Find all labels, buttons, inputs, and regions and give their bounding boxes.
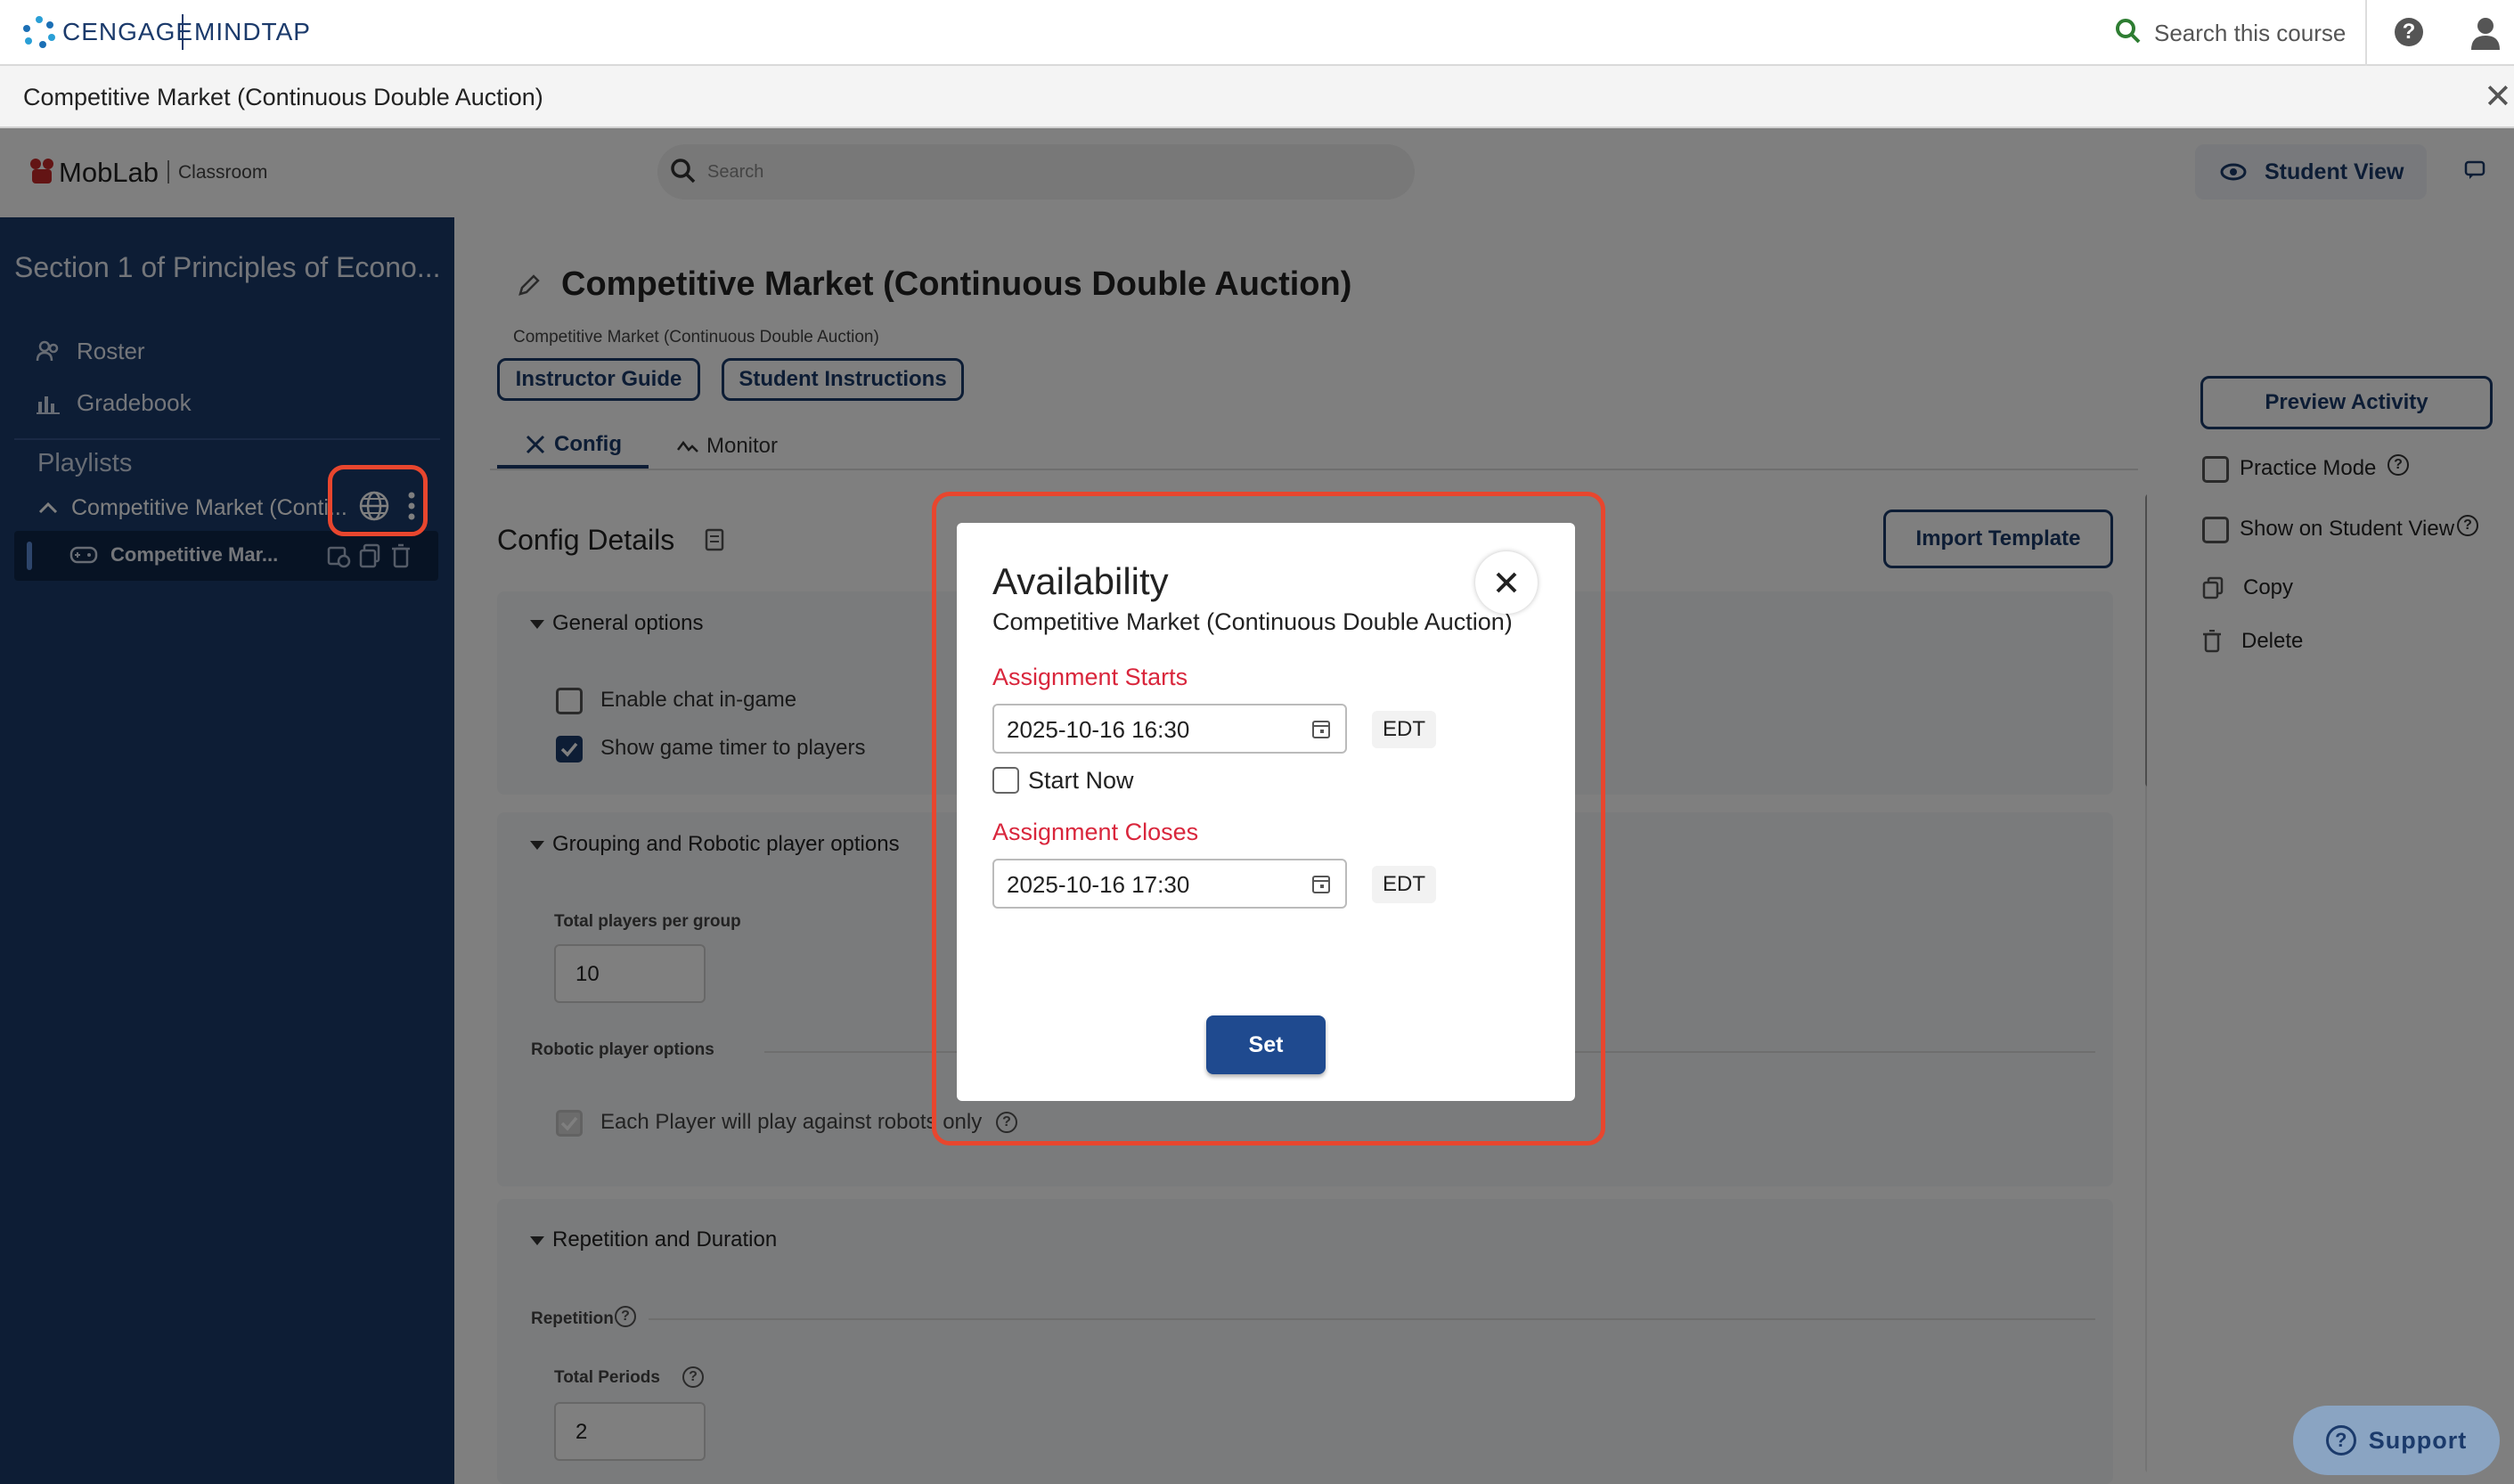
set-button[interactable]: Set bbox=[1206, 1015, 1326, 1074]
checkbox-label: Start Now bbox=[1028, 767, 1134, 794]
assignment-closes-label: Assignment Closes bbox=[992, 819, 1199, 845]
timezone-badge: EDT bbox=[1372, 866, 1436, 903]
assignment-starts-label: Assignment Starts bbox=[992, 664, 1188, 690]
cengage-topbar: CENGAGE MINDTAP Search this course ? bbox=[0, 0, 2514, 66]
cengage-wordmark: CENGAGE bbox=[62, 18, 194, 45]
input-value: 2025-10-16 17:30 bbox=[1007, 871, 1190, 898]
help-icon[interactable]: ? bbox=[2395, 18, 2423, 46]
calendar-icon[interactable] bbox=[1311, 718, 1331, 739]
modal-close-button[interactable] bbox=[1475, 551, 1538, 614]
course-title-bar: Competitive Market (Continuous Double Au… bbox=[0, 66, 2514, 128]
brand-divider bbox=[182, 14, 184, 50]
modal-subtitle: Competitive Market (Continuous Double Au… bbox=[992, 608, 1513, 635]
assignment-starts-input[interactable]: 2025-10-16 16:30 bbox=[992, 704, 1347, 754]
globe-highlight-annotation bbox=[328, 465, 428, 536]
close-icon[interactable]: ✕ bbox=[2484, 80, 2512, 114]
start-now-checkbox[interactable] bbox=[992, 767, 1019, 794]
modal-title: Availability bbox=[992, 560, 1169, 602]
search-course-link[interactable]: Search this course bbox=[2154, 20, 2346, 47]
search-icon[interactable] bbox=[2115, 18, 2142, 45]
assignment-closes-input[interactable]: 2025-10-16 17:30 bbox=[992, 859, 1347, 909]
mindtap-wordmark: MINDTAP bbox=[194, 18, 311, 45]
availability-modal: Availability Competitive Market (Continu… bbox=[957, 523, 1575, 1101]
help-circle-icon: ? bbox=[2325, 1425, 2356, 1455]
support-label: Support bbox=[2368, 1426, 2468, 1454]
calendar-icon[interactable] bbox=[1311, 873, 1331, 894]
input-value: 2025-10-16 16:30 bbox=[1007, 716, 1190, 743]
support-button[interactable]: ? Support bbox=[2293, 1406, 2500, 1475]
user-icon[interactable] bbox=[2469, 16, 2502, 50]
close-icon bbox=[1496, 572, 1517, 593]
cengage-logo-icon bbox=[20, 14, 59, 50]
timezone-badge: EDT bbox=[1372, 711, 1436, 748]
topbar-divider bbox=[2365, 0, 2367, 66]
course-title: Competitive Market (Continuous Double Au… bbox=[23, 84, 543, 110]
